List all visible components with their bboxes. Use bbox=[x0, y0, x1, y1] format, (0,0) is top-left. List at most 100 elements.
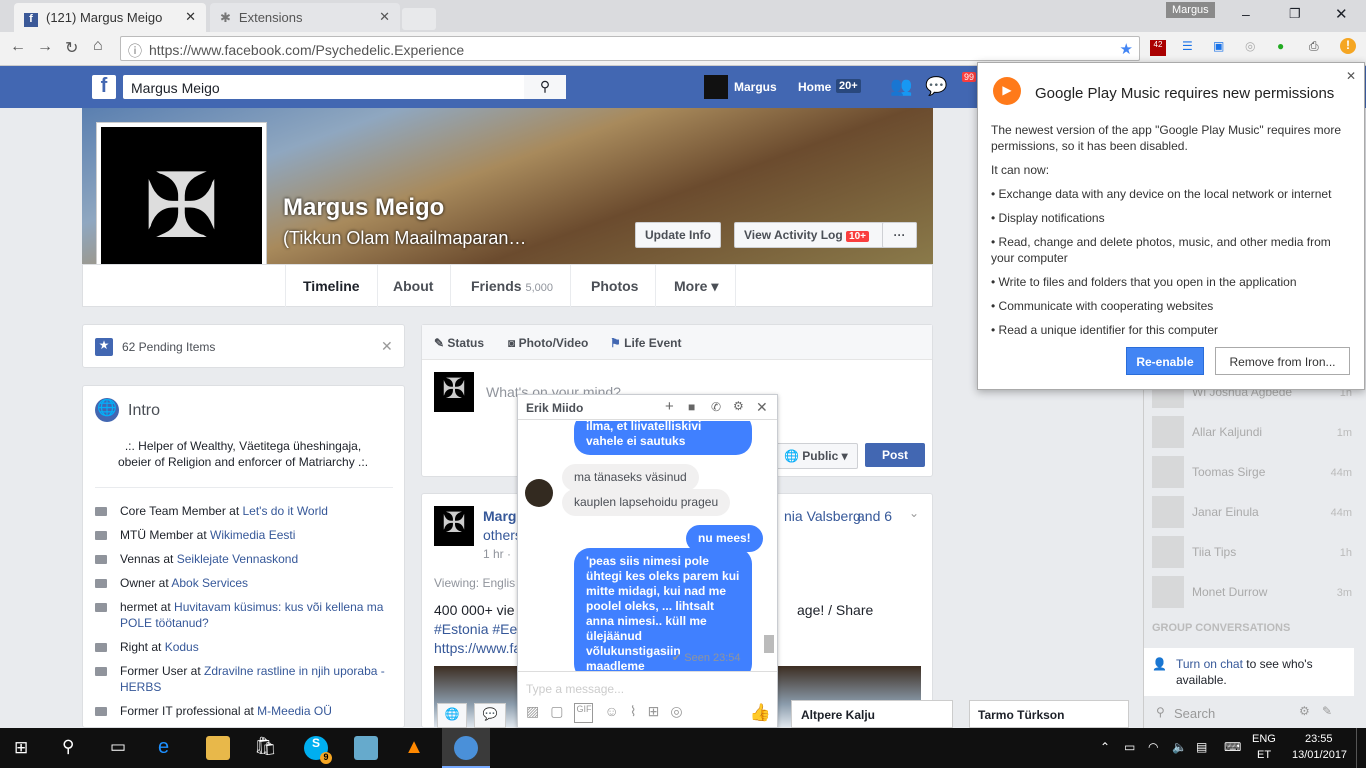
scrollbar[interactable] bbox=[763, 421, 776, 671]
tab-facebook[interactable]: f (121) Margus Meigo ✕ bbox=[14, 3, 206, 32]
sidebar-contact[interactable]: Janar Einula 44m bbox=[1152, 496, 1352, 530]
avatar[interactable]: ✠ bbox=[434, 506, 474, 546]
home-icon[interactable]: ⌂ bbox=[93, 37, 103, 55]
message-input[interactable]: Type a message... bbox=[526, 682, 624, 696]
new-tab-button[interactable] bbox=[402, 8, 436, 30]
url-input[interactable]: ⓘ https://www.facebook.com/Psychedelic.Ex… bbox=[120, 36, 1140, 61]
paperclip-icon[interactable]: ⌇ bbox=[630, 703, 637, 723]
like-icon[interactable]: 👍 bbox=[750, 703, 771, 723]
maximize-button[interactable]: ❐ bbox=[1289, 6, 1301, 22]
battery-icon[interactable]: ▭ bbox=[1124, 740, 1135, 754]
item-link[interactable]: M-Meedia OÜ bbox=[257, 704, 332, 718]
tab-about[interactable]: About bbox=[376, 265, 452, 307]
extension-icon[interactable]: ☰ bbox=[1182, 39, 1193, 53]
sidebar-contact[interactable]: Allar Kaljundi 1m bbox=[1152, 416, 1352, 450]
search-button[interactable]: ⚲ bbox=[524, 75, 566, 99]
forward-icon[interactable]: → bbox=[37, 38, 53, 56]
keyboard-layout[interactable]: ET bbox=[1257, 749, 1271, 761]
tagged-others[interactable]: and 6 bbox=[857, 508, 892, 524]
turn-on-chat-link[interactable]: Turn on chat bbox=[1176, 657, 1243, 671]
minimize-button[interactable]: – bbox=[1242, 6, 1250, 22]
edge-icon[interactable]: e bbox=[158, 736, 182, 760]
alert-icon[interactable]: ! bbox=[1340, 38, 1356, 54]
search-input[interactable]: Margus Meigo bbox=[123, 75, 566, 99]
wifi-icon[interactable]: ◠ bbox=[1148, 740, 1158, 754]
gear-icon[interactable]: ⚙ bbox=[733, 399, 744, 413]
image-icon[interactable]: ▨ bbox=[526, 703, 539, 723]
tab-friends[interactable]: Friends 5,000 bbox=[454, 265, 571, 307]
close-icon[interactable]: ✕ bbox=[381, 338, 393, 355]
sidebar-contact[interactable]: Tiia Tips 1h bbox=[1152, 536, 1352, 570]
sidebar-contact[interactable]: Monet Durrow 3m bbox=[1152, 576, 1352, 610]
item-link[interactable]: Seiklejate Vennaskond bbox=[177, 552, 298, 566]
chevron-down-icon[interactable]: ⌄ bbox=[909, 506, 919, 520]
profile-label[interactable]: Margus bbox=[1166, 2, 1215, 18]
item-link[interactable]: Wikimedia Eesti bbox=[210, 528, 295, 542]
tagged-user[interactable]: nia Valsberg bbox=[784, 508, 861, 524]
extension-icon[interactable]: ● bbox=[1277, 39, 1284, 53]
post-time[interactable]: 1 hr · bbox=[483, 547, 511, 561]
show-desktop-button[interactable] bbox=[1356, 728, 1366, 768]
item-link[interactable]: Kodus bbox=[165, 640, 199, 654]
friend-requests-icon[interactable]: 👥 bbox=[890, 76, 912, 97]
tab-status[interactable]: ✎ Status bbox=[434, 336, 484, 350]
vlc-icon[interactable]: ▲ bbox=[402, 736, 426, 760]
tab-life-event[interactable]: ⚑ Life Event bbox=[610, 336, 681, 350]
reload-icon[interactable]: ↻ bbox=[65, 38, 78, 58]
search-icon[interactable]: ⚲ bbox=[62, 737, 74, 757]
tab-extensions[interactable]: ✱ Extensions ✕ bbox=[210, 3, 400, 32]
close-tab-icon[interactable]: ✕ bbox=[185, 9, 196, 25]
printer-icon[interactable]: ⎙ bbox=[1309, 39, 1319, 54]
camera-icon[interactable]: ◎ bbox=[670, 703, 682, 723]
sidebar-search[interactable]: ⚲ Search ⚙ ✎ bbox=[1144, 698, 1354, 728]
post-button[interactable]: Post bbox=[865, 443, 925, 467]
ublock-icon[interactable]: 42 bbox=[1150, 40, 1166, 56]
notifications-badge[interactable]: 99 bbox=[962, 72, 977, 82]
keyboard-icon[interactable]: ⌨ bbox=[1224, 740, 1241, 754]
sticker-icon[interactable]: ▢ bbox=[550, 703, 563, 723]
profile-link[interactable]: Margus bbox=[734, 80, 777, 94]
tab-photos[interactable]: Photos bbox=[574, 265, 657, 307]
phone-icon[interactable]: ✆ bbox=[711, 400, 721, 414]
post-author[interactable]: Marg bbox=[483, 508, 516, 524]
clock-date[interactable]: 13/01/2017 bbox=[1292, 749, 1347, 761]
start-icon[interactable]: ⊞ bbox=[14, 738, 28, 758]
home-link[interactable]: Home bbox=[798, 80, 831, 94]
post-hashtags[interactable]: #Estonia #Ee bbox=[434, 621, 517, 637]
iron-browser-taskbar-item[interactable] bbox=[442, 728, 490, 768]
back-icon[interactable]: ← bbox=[10, 38, 26, 56]
gear-icon[interactable]: ⚙ bbox=[1299, 704, 1310, 718]
volume-icon[interactable]: 🔈 bbox=[1172, 740, 1187, 754]
tray-chevron-icon[interactable]: ⌃ bbox=[1100, 740, 1110, 754]
add-person-icon[interactable]: + bbox=[665, 398, 674, 415]
video-call-icon[interactable]: ■ bbox=[688, 400, 695, 414]
sidebar-contact[interactable]: Toomas Sirge 44m bbox=[1152, 456, 1352, 490]
docked-chat-tab[interactable]: Tarmo Türkson bbox=[969, 700, 1129, 728]
privacy-selector[interactable]: 🌐 Public ▾ bbox=[774, 443, 858, 469]
game-icon[interactable]: ⊞ bbox=[648, 703, 660, 723]
tab-timeline[interactable]: Timeline bbox=[285, 265, 378, 307]
tab-photo-video[interactable]: ◙ Photo/Video bbox=[508, 336, 588, 350]
extension-icon[interactable]: ▣ bbox=[1213, 39, 1224, 53]
store-icon[interactable]: 🛍 bbox=[254, 736, 278, 760]
post-link[interactable]: https://www.fa bbox=[434, 640, 521, 656]
chat-bubbles-icon[interactable]: 💬 bbox=[474, 703, 506, 728]
close-icon[interactable]: ✕ bbox=[756, 399, 768, 416]
messages-icon[interactable]: 💬 bbox=[925, 76, 947, 97]
pending-items-card[interactable]: ★ 62 Pending Items ✕ bbox=[82, 324, 405, 368]
action-center-icon[interactable]: ▤ bbox=[1196, 740, 1207, 754]
chat-header[interactable]: Erik Miido + ■ ✆ ⚙ ✕ bbox=[518, 395, 777, 420]
tab-more[interactable]: More ▾ bbox=[657, 265, 737, 307]
docked-chat-tab[interactable]: Altpere Kalju bbox=[791, 700, 953, 728]
close-icon[interactable]: ✕ bbox=[1346, 69, 1356, 83]
skype-icon[interactable]: S9 bbox=[304, 736, 332, 764]
task-view-icon[interactable]: ▭ bbox=[110, 737, 126, 757]
item-link[interactable]: Let's do it World bbox=[243, 504, 328, 518]
clock-time[interactable]: 23:55 bbox=[1305, 733, 1333, 745]
globe-icon[interactable]: 🌐 bbox=[437, 703, 467, 728]
app-icon[interactable] bbox=[354, 736, 378, 760]
file-explorer-icon[interactable] bbox=[206, 736, 230, 760]
compose-icon[interactable]: ✎ bbox=[1322, 704, 1332, 718]
avatar[interactable] bbox=[704, 75, 728, 99]
language-indicator[interactable]: ENG bbox=[1252, 733, 1276, 745]
